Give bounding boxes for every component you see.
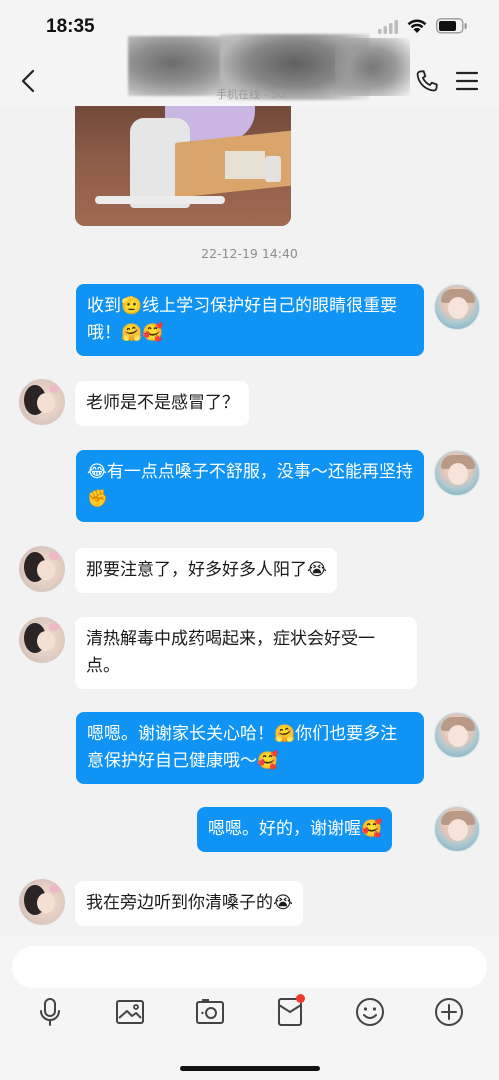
microphone-icon[interactable] [34,996,66,1028]
message-list[interactable]: 22-12-19 14:40 收到🫡线上学习保护好自己的眼睛很重要哦！🤗🥰 老师… [0,106,499,936]
image-icon[interactable] [114,996,146,1028]
contact-name-redacted[interactable]: 手机在线 - 5G [120,34,410,106]
signal-icon [378,20,398,34]
red-packet-icon[interactable] [274,994,306,1028]
self-avatar[interactable] [434,450,480,496]
self-avatar[interactable] [434,712,480,758]
message-bubble-received[interactable]: 我在旁边听到你清嗓子的😭 [75,881,303,926]
message-bubble-received[interactable]: 那要注意了，好多好多人阳了😭 [75,548,337,593]
chat-header: 手机在线 - 5G [0,34,499,106]
message-bubble-sent[interactable]: 😂有一点点嗓子不舒服，没事～还能再坚持✊ [76,450,424,522]
contact-avatar[interactable] [19,546,65,592]
image-message[interactable] [75,106,291,226]
back-arrow-icon[interactable] [16,68,42,94]
message-bubble-received[interactable]: 清热解毒中成药喝起来，症状会好受一点。 [75,617,417,689]
message-bubble-sent[interactable]: 嗯嗯。谢谢家长关心哈！🤗你们也要多注意保护好自己健康哦～🥰 [76,712,424,784]
self-avatar[interactable] [434,806,480,852]
message-input[interactable] [12,946,487,988]
notification-dot [296,994,305,1003]
contact-status: 手机在线 - 5G [216,88,287,101]
contact-avatar[interactable] [19,617,65,663]
message-bubble-received[interactable]: 老师是不是感冒了？ [75,381,249,426]
message-bubble-sent[interactable]: 嗯嗯。好的，谢谢喔🥰 [197,807,393,852]
message-bubble-sent[interactable]: 收到🫡线上学习保护好自己的眼睛很重要哦！🤗🥰 [76,284,424,356]
composer [0,936,499,1080]
menu-icon[interactable] [455,69,479,93]
home-indicator[interactable] [180,1066,320,1071]
contact-avatar[interactable] [19,379,65,425]
contact-avatar[interactable] [19,879,65,925]
status-time: 18:35 [46,16,95,37]
camera-icon[interactable] [194,996,226,1028]
wifi-icon [407,19,427,33]
emoji-icon[interactable] [354,996,386,1028]
battery-icon [436,18,467,34]
message-timestamp: 22-12-19 14:40 [201,246,298,261]
self-avatar[interactable] [434,284,480,330]
phone-call-icon[interactable] [414,68,440,94]
plus-icon[interactable] [433,996,465,1028]
